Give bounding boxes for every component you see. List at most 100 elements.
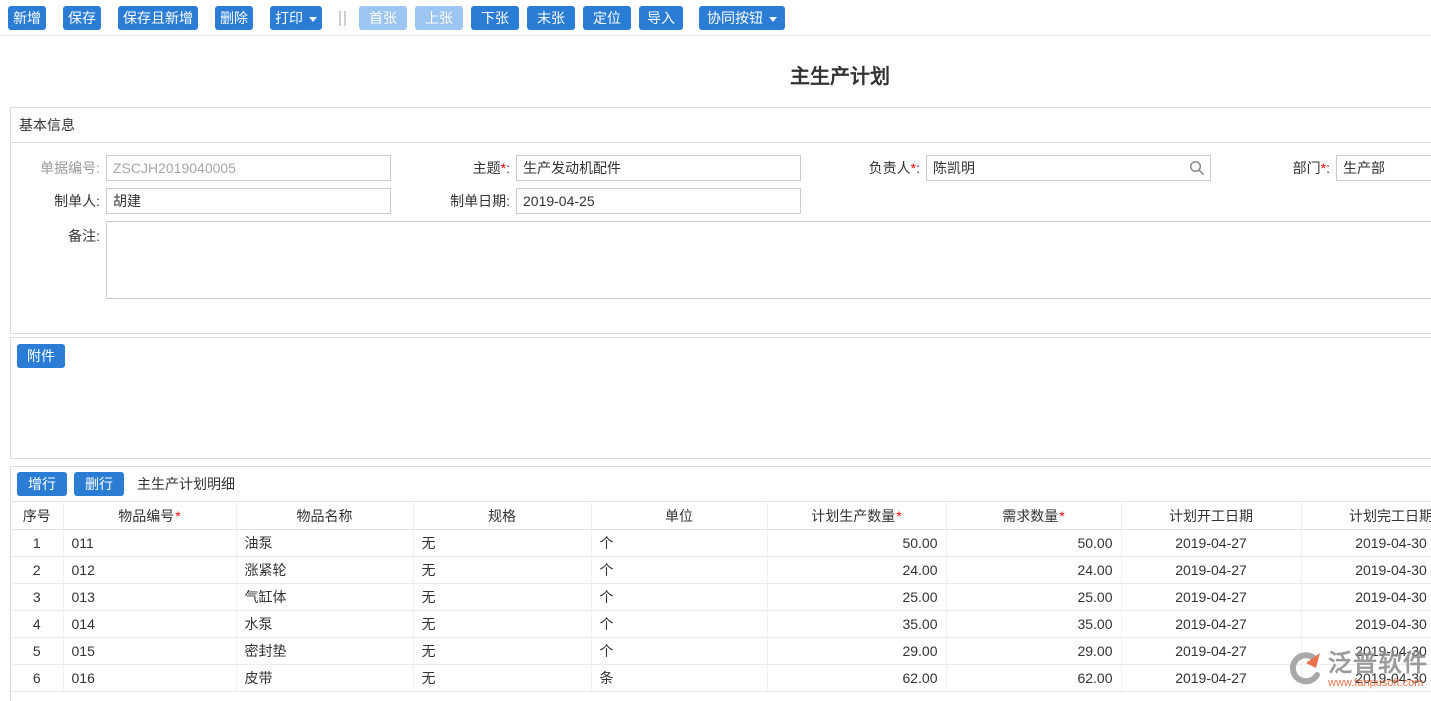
table-row[interactable]: 6 016 皮带无条 62.00 62.00 2019-04-27 2019-04-30	[11, 664, 1431, 692]
details-table: 序号 物品编号* 物品名称 规格 单位 计划生产数量* 需求数量* 计划开工日期 计划完工日期 …	[11, 501, 1431, 692]
main-toolbar: 新增 保存 保存且新增 删除 打印 首张 上张 下张 末张 定位 导入 协同按钮	[0, 0, 1431, 36]
table-row[interactable]: 4 014 水泵无个 35.00 35.00 2019-04-27 2019-04-30	[11, 610, 1431, 638]
details-toolbar: 增行 删行 主生产计划明细	[11, 467, 1431, 501]
details-panel: 增行 删行 主生产计划明细 序号 物品编号* 物品名称 规格 单位 计划生产数量* 需求数量…	[10, 466, 1431, 701]
column-header-start_date: 计划开工日期	[1121, 501, 1302, 530]
subject-input[interactable]	[516, 155, 801, 181]
department-field: 部门*:	[1211, 155, 1431, 181]
cell-start_date: 2019-04-27	[1121, 583, 1302, 611]
cell-finish_date: 2019-04-30	[1301, 610, 1431, 638]
new-button[interactable]: 新增	[8, 6, 46, 30]
cell-spec: 无	[413, 529, 592, 557]
caret-down-icon	[309, 17, 317, 22]
cell-item_name: 油泵	[236, 529, 414, 557]
last-button-label: 末张	[537, 10, 565, 26]
cell-item_no: 014	[63, 610, 237, 638]
table-row[interactable]: 5 015 密封垫无个 29.00 29.00 2019-04-27 2019-04-30	[11, 637, 1431, 665]
creator-field: 制单人:	[11, 188, 391, 214]
cell-plan_qty: 24.00	[767, 556, 947, 584]
doc-no-input[interactable]	[106, 155, 391, 181]
save-and-new-button[interactable]: 保存且新增	[118, 6, 198, 30]
delete-row-button[interactable]: 删行	[74, 472, 124, 496]
last-button[interactable]: 末张	[527, 6, 575, 30]
attachment-button[interactable]: 附件	[17, 344, 65, 368]
locate-button[interactable]: 定位	[583, 6, 631, 30]
delete-button-label: 删除	[220, 10, 248, 26]
cell-item_name: 气缸体	[236, 583, 414, 611]
table-body: 1 011 油泵无个 50.00 50.00 2019-04-27 2019-04-30 2 0…	[11, 529, 1431, 692]
remark-textarea[interactable]	[106, 221, 1431, 299]
form-row-3: 备注:	[11, 221, 1431, 299]
save-button[interactable]: 保存	[63, 6, 101, 30]
add-row-button[interactable]: 增行	[17, 472, 67, 496]
doc-no-label: 单据编号:	[40, 160, 100, 176]
cell-start_date: 2019-04-27	[1121, 556, 1302, 584]
column-header-item_name: 物品名称	[236, 501, 414, 530]
remark-label: 备注:	[68, 228, 100, 244]
column-header-spec: 规格	[413, 501, 592, 530]
cell-unit: 个	[591, 610, 768, 638]
cell-item_name: 水泵	[236, 610, 414, 638]
import-button-label: 导入	[647, 10, 675, 26]
locate-button-label: 定位	[593, 10, 621, 26]
form-row-2: 制单人: 制单日期:	[11, 188, 1431, 214]
creator-input[interactable]	[106, 188, 391, 214]
cell-unit: 个	[591, 637, 768, 665]
attachment-panel: 附件	[10, 337, 1431, 459]
cell-start_date: 2019-04-27	[1121, 664, 1302, 692]
owner-label: 负责人*:	[868, 160, 920, 176]
subject-field: 主题*:	[391, 155, 801, 181]
save-button-label: 保存	[68, 10, 96, 26]
details-title: 主生产计划明细	[137, 476, 235, 492]
cell-finish_date: 2019-04-30	[1301, 556, 1431, 584]
collaboration-button-label: 协同按钮	[707, 10, 763, 26]
basic-info-panel: 基本信息 单据编号: 主题*: 负责人*:	[10, 107, 1431, 334]
required-star: *	[1059, 507, 1065, 524]
previous-button[interactable]: 上张	[415, 6, 463, 30]
table-header-row: 序号 物品编号* 物品名称 规格 单位 计划生产数量* 需求数量* 计划开工日期 计划完工日期	[11, 501, 1431, 530]
department-label: 部门*:	[1292, 160, 1330, 176]
import-button[interactable]: 导入	[639, 6, 683, 30]
owner-input[interactable]	[926, 155, 1211, 181]
table-row[interactable]: 3 013 气缸体无个 25.00 25.00 2019-04-27 2019-04-30	[11, 583, 1431, 611]
required-star: *	[896, 507, 902, 524]
caret-down-icon	[769, 17, 777, 22]
print-button[interactable]: 打印	[270, 6, 322, 30]
previous-button-label: 上张	[425, 10, 453, 26]
cell-item_no: 013	[63, 583, 237, 611]
cell-item_name: 皮带	[236, 664, 414, 692]
cell-spec: 无	[413, 664, 592, 692]
cell-start_date: 2019-04-27	[1121, 610, 1302, 638]
search-icon[interactable]	[1189, 160, 1205, 176]
first-button-label: 首张	[369, 10, 397, 26]
create-date-input[interactable]	[516, 188, 801, 214]
cell-plan_qty: 50.00	[767, 529, 947, 557]
next-button[interactable]: 下张	[471, 6, 519, 30]
cell-item_no: 015	[63, 637, 237, 665]
department-input[interactable]	[1336, 155, 1431, 181]
cell-seq: 5	[11, 637, 64, 665]
page-title: 主生产计划	[790, 66, 890, 88]
first-button[interactable]: 首张	[359, 6, 407, 30]
creator-label: 制单人:	[54, 193, 100, 209]
column-header-finish_date: 计划完工日期	[1301, 501, 1431, 530]
cell-plan_qty: 29.00	[767, 637, 947, 665]
collaboration-button[interactable]: 协同按钮	[699, 6, 785, 30]
owner-input-wrap	[926, 155, 1211, 181]
doc-no-field: 单据编号:	[11, 155, 391, 181]
cell-start_date: 2019-04-27	[1121, 529, 1302, 557]
basic-info-body: 单据编号: 主题*: 负责人*:	[11, 143, 1431, 333]
cell-seq: 2	[11, 556, 64, 584]
cell-finish_date: 2019-04-30	[1301, 529, 1431, 557]
cell-demand_qty: 62.00	[946, 664, 1122, 692]
table-row[interactable]: 1 011 油泵无个 50.00 50.00 2019-04-27 2019-04-30	[11, 529, 1431, 557]
cell-plan_qty: 25.00	[767, 583, 947, 611]
cell-demand_qty: 50.00	[946, 529, 1122, 557]
delete-button[interactable]: 删除	[215, 6, 253, 30]
fanpu-watermark: 泛普软件 www.fanpusoft.com	[1284, 649, 1428, 691]
create-date-field: 制单日期:	[391, 188, 801, 214]
cell-plan_qty: 35.00	[767, 610, 947, 638]
table-row[interactable]: 2 012 涨紧轮无个 24.00 24.00 2019-04-27 2019-04-30	[11, 556, 1431, 584]
cell-spec: 无	[413, 556, 592, 584]
cell-unit: 个	[591, 583, 768, 611]
